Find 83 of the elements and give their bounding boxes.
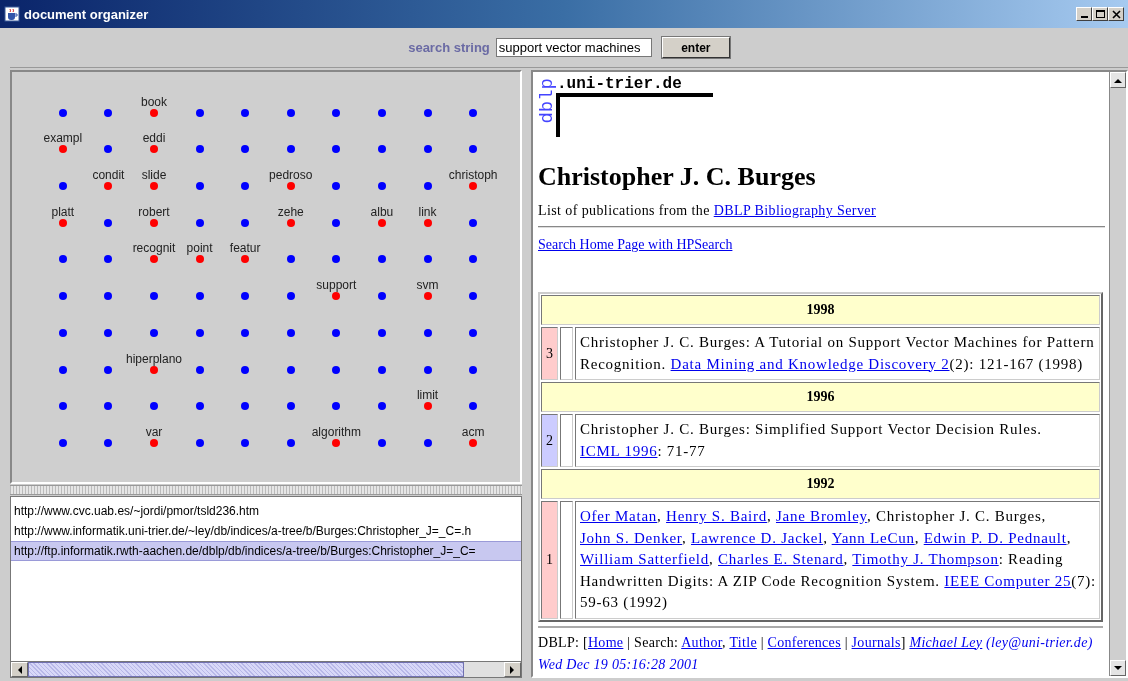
hyperlink[interactable]: Charles E. Stenard xyxy=(718,551,844,567)
maximize-icon xyxy=(1095,10,1105,18)
entry-number: 1 xyxy=(541,501,558,619)
hyperlink[interactable]: IEEE Computer 25 xyxy=(944,572,1072,589)
page-heading: Christopher J. C. Burges xyxy=(538,162,817,192)
right-arrow-icon xyxy=(510,665,515,674)
maximize-button[interactable] xyxy=(1092,7,1108,21)
url-list-item[interactable]: http://www.informatik.uni-trier.de/~ley/db/indices/a-tree/b/Burges:Christopher_J=_C=.h xyxy=(11,521,472,541)
term-label: platt xyxy=(51,204,75,219)
entry-number: 2 xyxy=(541,414,558,467)
term-label: limit xyxy=(416,388,439,403)
hyperlink[interactable]: DBLP Bibliography Server xyxy=(713,203,876,218)
search-home-link[interactable]: Search Home Page with HPSearch xyxy=(538,236,733,254)
term-label: point xyxy=(186,241,213,256)
term-label: book xyxy=(140,94,167,109)
intro-text: List of publications from the DBLP Bibliography Server xyxy=(538,202,877,220)
hyperlink[interactable]: Jane Bromley xyxy=(775,508,867,524)
term-label: eddi xyxy=(142,131,166,146)
scrollbar-thumb[interactable] xyxy=(28,662,464,677)
close-button[interactable] xyxy=(1108,7,1124,21)
hyperlink[interactable]: Home xyxy=(587,634,624,650)
search-label: search string xyxy=(408,40,490,55)
footer-text: DBLP: [Home | Search: Author, Title | Conferences | Journals] Michael Ley (ley@uni-trier.de) Wed Dec 19 05:16:28 2001 xyxy=(538,625,1103,676)
logo-domain: .uni-trier.de xyxy=(557,76,683,93)
publication-entry: Christopher J. C. Burges: A Tutorial on Support Vector Machines for Pattern Recognition. Data Mining and Knowledge Discovery 2(2): 121-167 (1998) xyxy=(575,327,1100,380)
hyperlink[interactable]: William Satterfield xyxy=(580,551,710,567)
hyperlink[interactable]: Ofer Matan xyxy=(580,508,658,524)
enter-button[interactable]: enter xyxy=(661,37,730,58)
url-list-item[interactable]: http://ftp.informatik.rwth-aachen.de/dblp/db/indices/a-tree/b/Burges:Christopher_J=_C= xyxy=(11,541,521,561)
close-icon xyxy=(1111,9,1121,19)
publication-entry: Christopher J. C. Burges: Simplified Support Vector Decision Rules. ICML 1996: 71-77 xyxy=(575,414,1100,467)
hyperlink[interactable]: Author xyxy=(681,634,723,650)
author-email-link[interactable]: Michael Ley xyxy=(909,634,983,650)
hyperlink[interactable]: Journals xyxy=(851,634,901,650)
term-label: support xyxy=(316,278,357,293)
term-label: link xyxy=(418,204,437,219)
hyperlink[interactable]: Conferences xyxy=(767,634,841,650)
url-list-item[interactable]: http://www.cvc.uab.es/~jordi/pmor/tsld236.htm xyxy=(11,501,260,521)
scroll-left-button[interactable] xyxy=(11,662,28,677)
hyperlink[interactable]: Timothy J. Thompson xyxy=(852,551,999,567)
hyperlink[interactable]: Title xyxy=(729,634,757,650)
term-label: robert xyxy=(138,204,170,219)
term-label: pedroso xyxy=(269,168,313,183)
empty-cell xyxy=(560,414,573,467)
term-label: featur xyxy=(229,241,261,256)
term-label: var xyxy=(145,424,163,439)
year-header: 1998 xyxy=(541,295,1100,325)
term-label: albu xyxy=(370,204,394,219)
term-label: recognit xyxy=(132,241,176,256)
term-label: slide xyxy=(141,168,167,183)
publication-entry: Ofer Matan, Henry S. Baird, Jane Bromley, Christopher J. C. Burges, John S. Denker, Lawrence D. Jackel, Yann LeCun, Edwin P. D. Pednault, William Satterfield, Charles E. Stenard, Timothy J. Thompson: Reading Handwritten Digits: A ZIP Code Recognition System. IEEE Computer 25(7): 59-63 (1992) xyxy=(575,501,1100,619)
window-title: document organizer xyxy=(24,6,150,22)
year-header: 1996 xyxy=(541,382,1100,412)
up-arrow-icon xyxy=(1114,77,1122,83)
year-header: 1992 xyxy=(541,469,1100,499)
term-label: acm xyxy=(461,424,485,439)
term-label: hiperplano xyxy=(125,351,182,366)
hyperlink[interactable]: John S. Denker xyxy=(580,529,682,546)
empty-cell xyxy=(560,327,573,380)
term-label: svm xyxy=(416,278,439,293)
minimize-button[interactable] xyxy=(1076,7,1092,21)
scroll-down-button[interactable] xyxy=(1110,660,1126,676)
logo-text: dblp xyxy=(538,78,556,124)
hyperlink[interactable]: Henry S. Baird xyxy=(666,508,767,524)
app-icon xyxy=(4,6,20,22)
hyperlink[interactable]: Data Mining and Knowledge Discovery 2 xyxy=(670,355,950,372)
term-label: christoph xyxy=(448,168,498,183)
hyperlink[interactable]: Yann LeCun xyxy=(831,529,915,546)
search-field[interactable]: support vector machines xyxy=(495,38,652,57)
down-arrow-icon xyxy=(1114,665,1122,671)
scroll-up-button[interactable] xyxy=(1110,72,1126,88)
horizontal-scrollbar[interactable] xyxy=(10,661,522,678)
hyperlink[interactable]: Lawrence D. Jackel xyxy=(691,529,824,546)
entry-number: 3 xyxy=(541,327,558,380)
term-label: algorithm xyxy=(311,424,362,439)
term-label: zehe xyxy=(277,204,304,219)
term-label: condit xyxy=(92,168,125,183)
left-arrow-icon xyxy=(17,665,22,674)
hyperlink[interactable]: ICML 1996 xyxy=(580,442,658,459)
hyperlink[interactable]: Edwin P. D. Pednault xyxy=(923,529,1067,546)
scroll-right-button[interactable] xyxy=(504,662,521,677)
minimize-icon xyxy=(1080,16,1088,18)
term-label: exampl xyxy=(43,131,83,146)
